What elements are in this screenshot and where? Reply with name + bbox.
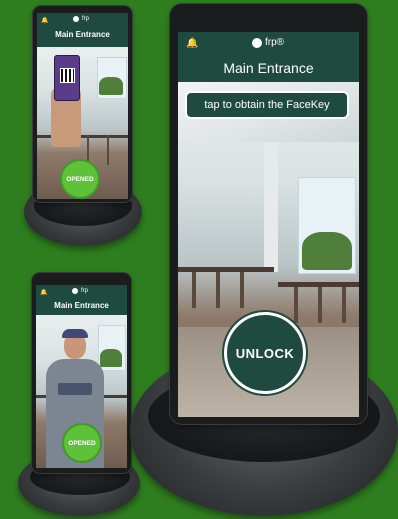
column	[264, 142, 278, 272]
opened-badge: OPENED	[64, 425, 100, 461]
facekey-hint-button[interactable]: tap to obtain the FaceKey	[185, 91, 349, 119]
brand-name: frp	[81, 288, 89, 294]
unlock-label: UNLOCK	[235, 345, 295, 361]
brand-logo: frp®	[252, 37, 284, 48]
trees	[302, 232, 352, 270]
brand-logo: frp	[72, 288, 88, 294]
railing-post	[318, 287, 322, 323]
trees	[100, 349, 122, 367]
person-cap	[62, 329, 88, 338]
sweatshirt-print	[58, 383, 92, 395]
frp-logo-icon	[72, 288, 78, 294]
screen-top-left: 🔔 frp Main Entrance OPENED	[37, 13, 128, 199]
brand-name: frp	[82, 16, 90, 22]
brand-logo: frp	[73, 16, 89, 22]
device-bottom-left: 🔔 frp Main Entrance OPENED	[32, 273, 131, 473]
railing-post	[192, 272, 196, 308]
appbar: 🔔 frp Main Entrance	[37, 13, 128, 47]
railing-post	[342, 287, 346, 323]
unlock-button[interactable]: UNLOCK	[224, 312, 306, 394]
opened-badge: OPENED	[62, 161, 98, 197]
page-title: Main Entrance	[54, 301, 109, 310]
device-main: 🔔 frp® Main Entrance tap to obtain the F…	[170, 4, 367, 424]
trees	[99, 77, 123, 95]
facekey-hint-label: tap to obtain the FaceKey	[204, 99, 330, 111]
railing-post	[294, 287, 298, 323]
page-title: Main Entrance	[223, 60, 314, 76]
screen-main: 🔔 frp® Main Entrance tap to obtain the F…	[178, 32, 359, 417]
bell-icon[interactable]: 🔔	[41, 17, 48, 24]
bell-icon[interactable]: 🔔	[186, 38, 198, 49]
appbar: 🔔 frp Main Entrance	[36, 285, 127, 315]
page-title: Main Entrance	[55, 30, 110, 39]
device-top-left: 🔔 frp Main Entrance OPENED	[33, 6, 132, 202]
railing-post	[87, 135, 89, 165]
appbar: 🔔 frp® Main Entrance	[178, 32, 359, 82]
screen-bottom-left: 🔔 frp Main Entrance OPENED	[36, 285, 127, 468]
qr-code-icon	[60, 68, 75, 83]
opened-label: OPENED	[68, 439, 96, 447]
railing-post	[240, 272, 244, 308]
brand-name: frp®	[265, 37, 285, 48]
bell-icon[interactable]: 🔔	[40, 289, 47, 296]
railing-post	[107, 135, 109, 165]
opened-label: OPENED	[66, 175, 94, 183]
frp-logo-icon	[73, 16, 79, 22]
railing-post	[216, 272, 220, 308]
frp-logo-icon	[252, 37, 262, 48]
held-phone	[54, 55, 80, 101]
